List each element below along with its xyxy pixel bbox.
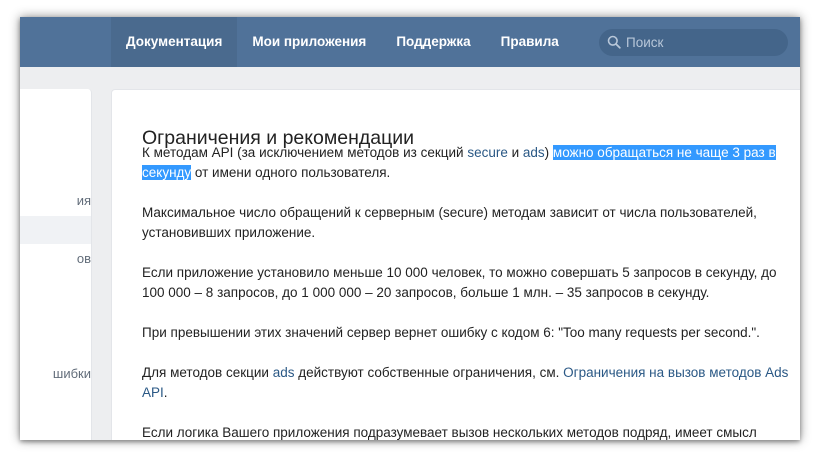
sidebar-item-active[interactable] [20, 216, 91, 244]
nav-rules[interactable]: Правила [486, 17, 574, 67]
text: ) [544, 145, 553, 160]
selected-text: секунду [142, 165, 192, 180]
sidebar-item-label: ия [76, 193, 91, 208]
paragraph-rate-limit: К методам API (за исключением методов из… [142, 143, 792, 183]
nav-docs[interactable]: Документация [111, 17, 238, 67]
sidebar-item-label: шибки [52, 366, 91, 381]
sidebar-item-label: ов [76, 251, 91, 266]
search-icon [607, 35, 621, 49]
text: К методам API (за исключением методов из… [142, 145, 468, 160]
paragraph-install-tiers: Если приложение установило меньше 10 000… [142, 265, 777, 300]
search-box[interactable] [599, 29, 788, 56]
sidebar-item[interactable]: ия [20, 187, 91, 215]
nav-support[interactable]: Поддержка [381, 17, 485, 67]
selected-text: можно обращаться не чаще 3 раз в [552, 145, 776, 160]
text: . [163, 385, 168, 400]
search-input[interactable] [626, 35, 776, 50]
text: и [507, 145, 523, 160]
browser-viewport: Документация Мои приложения Поддержка Пр… [20, 17, 800, 440]
paragraph-multiple-methods: Если логика Вашего приложения подразумев… [142, 425, 757, 440]
paragraph-error-code: При превышении этих значений сервер верн… [142, 325, 760, 340]
top-header: Документация Мои приложения Поддержка Пр… [20, 17, 800, 67]
sidebar-item[interactable]: шибки [20, 360, 91, 388]
text: от имени одного пользователя. [191, 165, 391, 180]
sidebar-item[interactable]: ов [20, 245, 91, 273]
content-card: Ограничения и рекомендации К методам API… [111, 89, 800, 440]
paragraph-ads-limits: Для методов секции ads действуют собстве… [142, 363, 792, 403]
link-secure[interactable]: secure [467, 145, 508, 160]
link-ads-section[interactable]: ads [273, 365, 295, 380]
nav-my-apps[interactable]: Мои приложения [237, 17, 381, 67]
text: действуют собственные ограничения, см. [294, 365, 564, 380]
text: Для методов секции [142, 365, 273, 380]
main-nav: Документация Мои приложения Поддержка Пр… [111, 17, 574, 67]
link-ads[interactable]: ads [523, 145, 545, 160]
paragraph-secure-limit: Максимальное число обращений к серверным… [142, 205, 757, 240]
sidebar: ия ов шибки [20, 89, 92, 440]
